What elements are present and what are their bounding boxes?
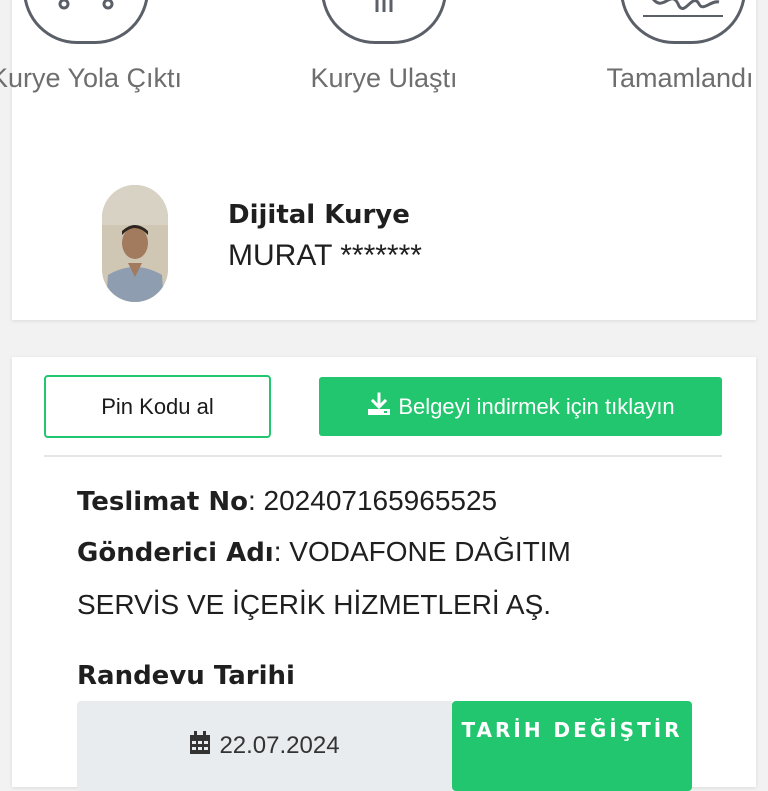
- appointment-date-display: 22.07.2024: [77, 701, 452, 791]
- delivery-number: Teslimat No: 202407165965525: [77, 485, 498, 517]
- download-document-button[interactable]: Belgeyi indirmek için tıklayın: [319, 377, 722, 436]
- calendar-icon: [189, 730, 211, 762]
- delivery-status-card: Kurye Yola Çıktı Kurye Ulaştı Tamamlandı: [0, 0, 756, 320]
- building-icon: [321, 0, 447, 44]
- download-button-label: Belgeyi indirmek için tıklayın: [398, 393, 675, 419]
- step-label: Kurye Ulaştı: [310, 63, 458, 93]
- download-icon: [366, 392, 392, 422]
- courier-avatar: [102, 185, 168, 302]
- courier-title: Dijital Kurye: [228, 200, 410, 230]
- delivery-details-card: Pin Kodu al Belgeyi indirmek için tıklay…: [12, 357, 756, 791]
- delivery-number-value: 202407165965525: [263, 485, 498, 516]
- scooter-icon: [23, 0, 149, 44]
- sender-name-label: Gönderici Adı: [77, 538, 274, 568]
- delivery-number-label: Teslimat No: [77, 487, 248, 517]
- change-date-button[interactable]: TARİH DEĞİŞTİR: [452, 701, 692, 791]
- courier-name: MURAT *******: [228, 239, 422, 272]
- get-pin-code-button[interactable]: Pin Kodu al: [44, 375, 271, 438]
- sender-name: Gönderici Adı: VODAFONE DAĞITIM SERVİS V…: [77, 536, 571, 620]
- step-label: Tamamlandı: [606, 63, 754, 93]
- appointment-date-label: Randevu Tarihi: [77, 661, 295, 691]
- divider: [44, 455, 722, 457]
- change-date-label: TARİH DEĞİŞTİR: [461, 718, 683, 742]
- step-label: Kurye Yola Çıktı: [0, 63, 183, 93]
- pin-button-label: Pin Kodu al: [101, 393, 214, 419]
- signature-icon: [620, 0, 746, 44]
- appointment-date-value: 22.07.2024: [219, 732, 340, 759]
